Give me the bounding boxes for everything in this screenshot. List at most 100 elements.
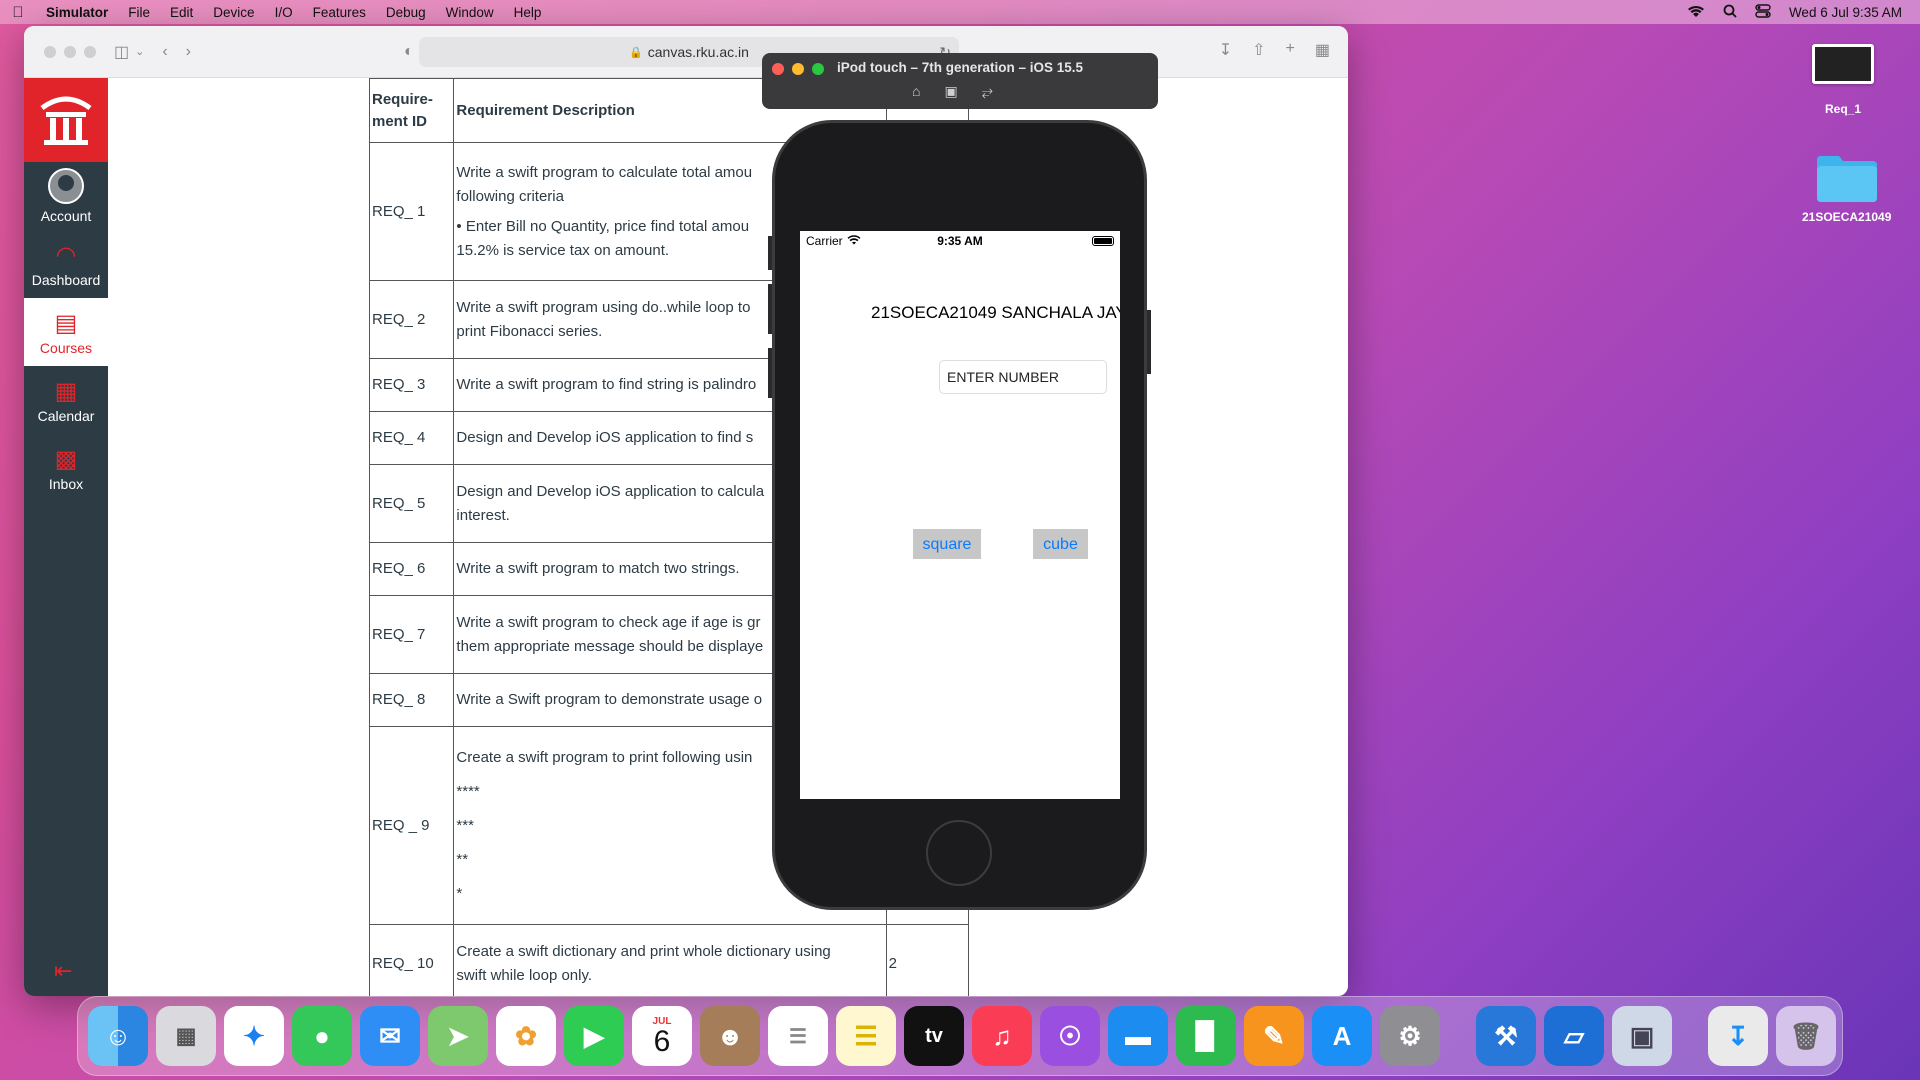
menu-debug[interactable]: Debug	[376, 5, 436, 20]
new-tab-icon[interactable]: +	[1286, 40, 1295, 60]
desktop-item-label: 21SOECA21049	[1802, 210, 1892, 224]
row-extra: 2	[885, 924, 970, 996]
nav-calendar[interactable]: ▦ Calendar	[24, 366, 108, 434]
tv-label: tv	[925, 1024, 943, 1047]
privacy-shield-icon[interactable]: ◐	[404, 43, 414, 61]
screenshot-file-icon	[1812, 44, 1874, 84]
screenshot-icon[interactable]: ▣	[944, 83, 957, 100]
minimize-window-button[interactable]	[64, 45, 76, 58]
dock-notes-icon[interactable]: ☰	[836, 1006, 896, 1066]
canvas-logo[interactable]	[24, 78, 108, 162]
calendar-icon: ▦	[54, 377, 78, 405]
dock-contacts-icon[interactable]: ☻	[700, 1006, 760, 1066]
share-icon[interactable]: ⇧	[1252, 40, 1265, 60]
simulator-titlebar: iPod touch – 7th generation – iOS 15.5 ⌂…	[762, 53, 1158, 109]
downloads-icon[interactable]: ↧	[1219, 40, 1232, 60]
row-id: REQ_ 1	[368, 142, 455, 281]
ios-clock: 9:35 AM	[937, 234, 983, 248]
dock-system-preferences-icon[interactable]: ⚙	[1380, 1006, 1440, 1066]
square-button[interactable]: square	[913, 529, 981, 559]
dock-music-icon[interactable]: ♫	[972, 1006, 1032, 1066]
device-power-button	[1147, 310, 1151, 374]
desktop-item-req1[interactable]: Req_1	[1812, 44, 1874, 116]
row-id: REQ_ 6	[368, 542, 455, 596]
zoom-window-button[interactable]	[84, 45, 96, 58]
dock-mail-icon[interactable]: ✉	[360, 1006, 420, 1066]
dock-reminders-icon[interactable]: ☰	[768, 1006, 828, 1066]
rotate-icon[interactable]: ⥂	[982, 83, 993, 100]
menu-clock[interactable]: Wed 6 Jul 9:35 AM	[1789, 5, 1902, 20]
dock-tv-icon[interactable]: tv	[904, 1006, 964, 1066]
app-title-label: 21SOECA21049 SANCHALA JAY	[871, 303, 1120, 322]
control-center-icon[interactable]	[1755, 3, 1771, 21]
institution-logo-icon	[40, 96, 92, 145]
nav-inbox[interactable]: ▩ Inbox	[24, 434, 108, 502]
dock-downloads-icon[interactable]: ↧	[1708, 1006, 1768, 1066]
simulator-title: iPod touch – 7th generation – iOS 15.5	[837, 60, 1084, 75]
dock-facetime-icon[interactable]: ▶	[564, 1006, 624, 1066]
row-id: REQ_ 5	[368, 464, 455, 543]
nav-inbox-label: Inbox	[48, 475, 84, 492]
menu-edit[interactable]: Edit	[160, 5, 203, 20]
dock-safari-icon[interactable]: ✦	[224, 1006, 284, 1066]
row-description: Create a swift dictionary and print whol…	[453, 924, 887, 996]
dock-messages-icon[interactable]: ●	[292, 1006, 352, 1066]
dock-numbers-icon[interactable]: ▉	[1176, 1006, 1236, 1066]
forward-icon[interactable]: ›	[186, 43, 191, 61]
desktop-item-folder[interactable]: 21SOECA21049	[1802, 152, 1891, 224]
simulator-close-button[interactable]	[772, 63, 784, 75]
simulator-zoom-button[interactable]	[812, 63, 824, 75]
menu-io[interactable]: I/O	[265, 5, 303, 20]
simulator-minimize-button[interactable]	[792, 63, 804, 75]
menu-bar:  Simulator File Edit Device I/O Feature…	[0, 0, 1920, 24]
menu-app-name[interactable]: Simulator	[36, 5, 118, 20]
menu-device[interactable]: Device	[203, 5, 264, 20]
simulator-window-controls	[772, 63, 824, 75]
menu-file[interactable]: File	[118, 5, 160, 20]
calendar-day-label: 6	[653, 1024, 671, 1058]
dock-podcasts-icon[interactable]: ☉	[1040, 1006, 1100, 1066]
spotlight-search-icon[interactable]	[1723, 4, 1737, 21]
device-home-button[interactable]	[926, 820, 992, 886]
dock-preview-icon[interactable]: ▣	[1612, 1006, 1672, 1066]
desc-line: Create a swift dictionary and print whol…	[456, 942, 831, 960]
window-controls	[44, 45, 96, 58]
menu-features[interactable]: Features	[303, 5, 376, 20]
nav-dashboard[interactable]: ◠ Dashboard	[24, 230, 108, 298]
nav-courses[interactable]: ▤ Courses	[24, 298, 108, 366]
collapse-nav-icon[interactable]: ⇤	[54, 958, 72, 984]
cube-button[interactable]: cube	[1033, 529, 1088, 559]
dock-simulator-icon[interactable]: ▱	[1544, 1006, 1604, 1066]
row-id: REQ_ 10	[368, 924, 455, 996]
ios-screen: Carrier 9:35 AM 21SOECA21049 SANCHALA JA…	[800, 231, 1120, 799]
dock-calendar-icon[interactable]: JUL 6	[632, 1006, 692, 1066]
number-input[interactable]	[939, 360, 1107, 394]
close-window-button[interactable]	[44, 45, 56, 58]
dock-maps-icon[interactable]: ➤	[428, 1006, 488, 1066]
menu-help[interactable]: Help	[504, 5, 552, 20]
row-id: REQ_ 2	[368, 280, 455, 359]
desc-line: swift while loop only.	[456, 966, 593, 984]
chevron-down-icon[interactable]: ⌄	[135, 45, 144, 58]
desktop-item-label: Req_1	[1824, 102, 1862, 116]
nav-account[interactable]: Account	[24, 162, 108, 230]
dock-launchpad-icon[interactable]: ▦	[156, 1006, 216, 1066]
ios-status-bar: Carrier 9:35 AM	[800, 231, 1120, 251]
back-icon[interactable]: ‹	[162, 43, 167, 61]
header-requirement-id-text: Require-ment ID	[372, 90, 433, 130]
battery-icon	[1092, 236, 1114, 246]
menu-window[interactable]: Window	[436, 5, 504, 20]
wifi-icon[interactable]	[1687, 4, 1705, 21]
dock-photos-icon[interactable]: ✿	[496, 1006, 556, 1066]
dock-pages-icon[interactable]: ✎	[1244, 1006, 1304, 1066]
dock-trash-icon[interactable]: 🗑	[1776, 1006, 1836, 1066]
tab-overview-icon[interactable]: ▦	[1315, 40, 1330, 60]
sidebar-toggle-icon[interactable]: ◫	[114, 42, 129, 62]
apple-menu-icon[interactable]: 	[0, 4, 36, 21]
home-icon[interactable]: ⌂	[912, 83, 920, 100]
dock-finder-icon[interactable]: ☺	[88, 1006, 148, 1066]
nav-courses-label: Courses	[39, 339, 93, 356]
dock-xcode-icon[interactable]: ⚒	[1476, 1006, 1536, 1066]
dock-app-store-icon[interactable]: A	[1312, 1006, 1372, 1066]
dock-keynote-icon[interactable]: ▬	[1108, 1006, 1168, 1066]
